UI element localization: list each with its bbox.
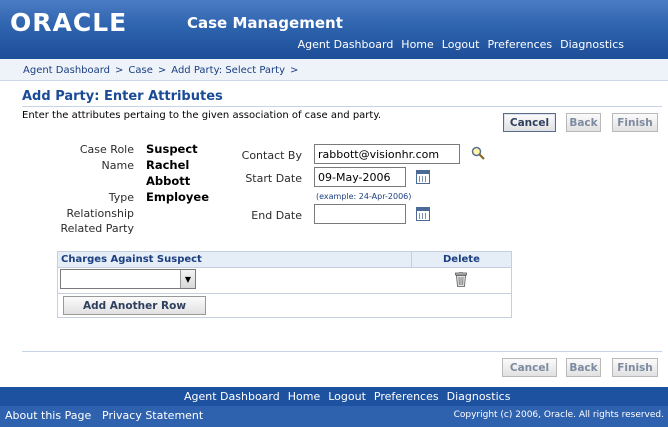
- calendar-icon[interactable]: [416, 170, 430, 184]
- contact-by-label: Contact By: [241, 149, 302, 162]
- nav-home[interactable]: Home: [401, 38, 433, 51]
- oracle-logo: ORACLE: [10, 8, 128, 37]
- table-row: ▼: [58, 268, 511, 294]
- end-date-input[interactable]: [314, 204, 406, 224]
- end-date-label: End Date: [251, 209, 302, 222]
- calendar-icon[interactable]: [416, 207, 430, 221]
- breadcrumb-agent-dashboard[interactable]: Agent Dashboard: [23, 65, 110, 76]
- nav-diagnostics[interactable]: Diagnostics: [560, 38, 624, 51]
- charge-select[interactable]: ▼: [60, 269, 196, 289]
- title-divider: [22, 106, 662, 107]
- nav-preferences[interactable]: Preferences: [487, 38, 552, 51]
- app-header: ORACLE Case Management Agent Dashboard H…: [0, 0, 668, 59]
- case-role-value: Suspect: [146, 142, 198, 156]
- name-label: Name: [101, 159, 134, 172]
- name-last-value: Abbott: [146, 174, 191, 188]
- breadcrumb-separator: >: [115, 65, 124, 76]
- charges-table: Charges Against Suspect Delete ▼ Add Ano…: [57, 251, 512, 318]
- footer-nav-home[interactable]: Home: [288, 390, 320, 403]
- cancel-button-bottom[interactable]: Cancel: [502, 358, 557, 377]
- page-title: Add Party: Enter Attributes: [22, 89, 223, 104]
- back-button-bottom[interactable]: Back: [566, 358, 601, 377]
- app-title: Case Management: [187, 14, 343, 32]
- start-date-label: Start Date: [245, 172, 302, 185]
- search-icon[interactable]: [471, 146, 485, 160]
- type-value: Employee: [146, 190, 210, 204]
- page-instructions: Enter the attributes pertaing to the giv…: [22, 110, 381, 121]
- trash-icon[interactable]: [455, 272, 467, 287]
- finish-button-bottom[interactable]: Finish: [612, 358, 658, 377]
- breadcrumb: Agent Dashboard > Case > Add Party: Sele…: [23, 65, 298, 76]
- column-header-delete: Delete: [443, 254, 480, 265]
- global-nav: Agent Dashboard Home Logout Preferences …: [298, 38, 624, 51]
- related-party-label: Related Party: [60, 222, 135, 235]
- nav-logout[interactable]: Logout: [442, 38, 480, 51]
- contact-by-input[interactable]: [314, 144, 460, 164]
- breadcrumb-bar: Agent Dashboard > Case > Add Party: Sele…: [0, 59, 668, 81]
- start-date-input[interactable]: [314, 167, 406, 187]
- copyright-text: Copyright (c) 2006, Oracle. All rights r…: [453, 410, 664, 420]
- finish-button[interactable]: Finish: [612, 113, 658, 132]
- footer-nav-agent-dashboard[interactable]: Agent Dashboard: [184, 390, 280, 403]
- case-role-label: Case Role: [79, 143, 134, 156]
- column-header-charges: Charges Against Suspect: [61, 254, 202, 265]
- breadcrumb-separator: >: [290, 65, 299, 76]
- nav-agent-dashboard[interactable]: Agent Dashboard: [298, 38, 394, 51]
- section-divider: [22, 351, 662, 352]
- date-format-hint: (example: 24-Apr-2006): [316, 192, 412, 201]
- footer-nav: Agent Dashboard Home Logout Preferences …: [184, 390, 510, 403]
- privacy-statement-link[interactable]: Privacy Statement: [102, 409, 203, 422]
- breadcrumb-separator: >: [157, 65, 167, 76]
- breadcrumb-add-party[interactable]: Add Party: Select Party: [171, 65, 285, 76]
- table-header: Charges Against Suspect Delete: [58, 252, 511, 268]
- add-another-row-button[interactable]: Add Another Row: [63, 296, 206, 315]
- relationship-label: Relationship: [66, 207, 134, 220]
- chevron-down-icon[interactable]: ▼: [180, 270, 195, 288]
- breadcrumb-case[interactable]: Case: [128, 65, 152, 76]
- cancel-button[interactable]: Cancel: [503, 113, 556, 132]
- footer-nav-preferences[interactable]: Preferences: [374, 390, 439, 403]
- back-button[interactable]: Back: [566, 113, 601, 132]
- about-page-link[interactable]: About this Page: [5, 409, 91, 422]
- name-first-value: Rachel: [146, 158, 190, 172]
- type-label: Type: [108, 191, 134, 204]
- footer-nav-logout[interactable]: Logout: [328, 390, 366, 403]
- footer-nav-diagnostics[interactable]: Diagnostics: [447, 390, 511, 403]
